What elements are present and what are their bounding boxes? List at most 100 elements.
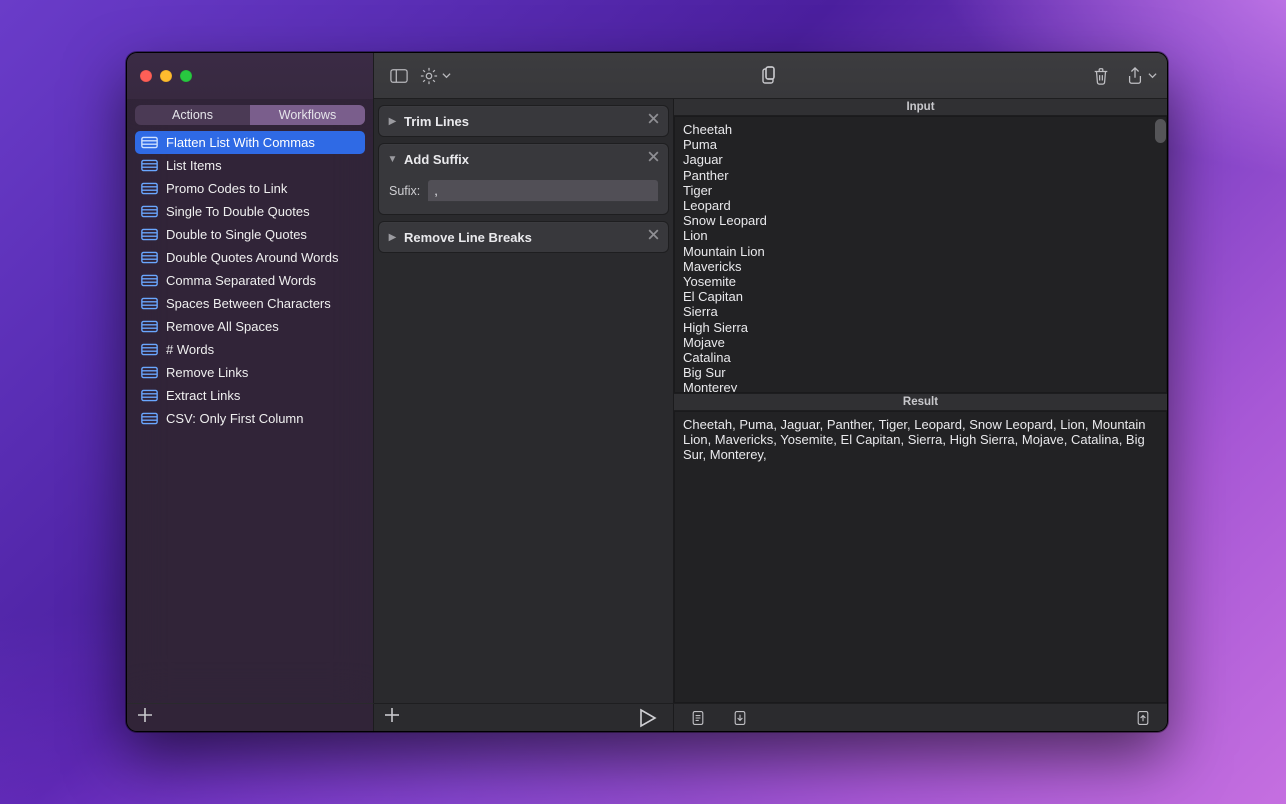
remove-step-button[interactable] [645,226,662,248]
result-textarea[interactable]: Cheetah, Puma, Jaguar, Panther, Tiger, L… [674,411,1167,703]
io-footer [674,703,1167,731]
workflow-steps-panel: ▶ Trim Lines ▼ Add Suffix Sufix: [374,99,674,703]
document-arrow-up-icon [1135,710,1151,726]
workflow-item-label: List Items [166,158,222,173]
workflow-item[interactable]: CSV: Only First Column [135,407,365,430]
toolbar [374,53,1167,99]
workflow-item-label: Flatten List With Commas [166,135,315,150]
workflow-item[interactable]: Comma Separated Words [135,269,365,292]
disclosure-triangle[interactable]: ▶ [387,116,398,127]
sidebar-tabs: Actions Workflows [135,105,365,125]
gear-icon [420,67,438,85]
workflow-item[interactable]: # Words [135,338,365,361]
io-panel: Input Cheetah Puma Jaguar Panther Tiger … [674,99,1167,703]
sidebar: Actions Workflows Flatten List With Comm… [127,99,374,703]
add-workflow-button[interactable] [137,707,153,728]
workflow-icon [141,205,158,218]
delete-button[interactable] [1086,63,1116,89]
workflow-item-label: Comma Separated Words [166,273,316,288]
share-icon [1126,67,1144,85]
zoom-window-button[interactable] [180,70,192,82]
play-icon [637,708,657,728]
workflow-item[interactable]: Single To Double Quotes [135,200,365,223]
import-input-button[interactable] [726,706,754,730]
remove-step-button[interactable] [645,148,662,170]
close-window-button[interactable] [140,70,152,82]
step-title: Trim Lines [404,114,639,129]
document-icon [690,710,706,726]
step-remove-line-breaks: ▶ Remove Line Breaks [378,221,669,253]
clipboard-icon [759,66,779,86]
run-workflow-button[interactable] [631,704,663,732]
step-add-suffix: ▼ Add Suffix Sufix: [378,143,669,215]
workflow-item-label: # Words [166,342,214,357]
workflow-icon [141,182,158,195]
add-step-button[interactable] [384,707,400,728]
workflow-icon [141,343,158,356]
workflow-item[interactable]: Double Quotes Around Words [135,246,365,269]
chevron-down-icon [1148,71,1157,80]
disclosure-triangle[interactable]: ▶ [387,232,398,243]
close-icon [647,228,660,241]
workflow-item[interactable]: List Items [135,154,365,177]
step-title: Remove Line Breaks [404,230,639,245]
workflow-item[interactable]: Remove All Spaces [135,315,365,338]
workflow-icon [141,320,158,333]
workflow-icon [141,159,158,172]
workflow-icon [141,366,158,379]
tab-workflows[interactable]: Workflows [250,105,365,125]
result-section-header: Result [674,393,1167,411]
plus-icon [137,707,153,723]
titlebar-sidebar [127,53,374,99]
app-window: Actions Workflows Flatten List With Comm… [126,52,1168,732]
window-controls [140,70,192,82]
minimize-window-button[interactable] [160,70,172,82]
workflow-item-label: Double Quotes Around Words [166,250,338,265]
workflow-item-label: Remove Links [166,365,248,380]
share-menu-button[interactable] [1126,67,1157,85]
toggle-sidebar-button[interactable] [384,63,414,89]
step-trim-lines: ▶ Trim Lines [378,105,669,137]
workflow-icon [141,297,158,310]
workflow-icon [141,389,158,402]
workflow-item-label: Spaces Between Characters [166,296,331,311]
workflow-item[interactable]: Promo Codes to Link [135,177,365,200]
trash-icon [1092,67,1110,85]
remove-step-button[interactable] [645,110,662,132]
input-textarea[interactable]: Cheetah Puma Jaguar Panther Tiger Leopar… [674,116,1167,393]
suffix-field-label: Sufix: [389,184,420,198]
workflow-item[interactable]: Double to Single Quotes [135,223,365,246]
workflow-icon [141,136,158,149]
tab-actions[interactable]: Actions [135,105,250,125]
clipboard-button[interactable] [753,62,785,90]
workflow-item-label: CSV: Only First Column [166,411,304,426]
workflow-item-label: Remove All Spaces [166,319,279,334]
workflow-icon [141,274,158,287]
disclosure-triangle[interactable]: ▼ [387,154,398,165]
plus-icon [384,707,400,723]
document-arrow-down-icon [732,710,748,726]
workflow-item-label: Double to Single Quotes [166,227,307,242]
steps-footer [374,703,674,731]
workflow-item[interactable]: Spaces Between Characters [135,292,365,315]
sidebar-footer [127,703,374,731]
workflow-list: Flatten List With Commas List Items Promo … [131,131,369,699]
close-icon [647,112,660,125]
suffix-input[interactable] [428,180,658,202]
close-icon [647,150,660,163]
step-title: Add Suffix [404,152,639,167]
workflow-icon [141,412,158,425]
sidebar-icon [390,67,408,85]
workflow-icon [141,228,158,241]
workflow-item-label: Promo Codes to Link [166,181,287,196]
workflow-item[interactable]: Extract Links [135,384,365,407]
workflow-item-label: Single To Double Quotes [166,204,310,219]
settings-menu-button[interactable] [420,67,451,85]
chevron-down-icon [442,71,451,80]
workflow-item[interactable]: Flatten List With Commas [135,131,365,154]
export-result-button[interactable] [1129,706,1157,730]
workflow-item[interactable]: Remove Links [135,361,365,384]
workflow-item-label: Extract Links [166,388,240,403]
input-section-header: Input [674,99,1167,116]
copy-input-button[interactable] [684,706,712,730]
